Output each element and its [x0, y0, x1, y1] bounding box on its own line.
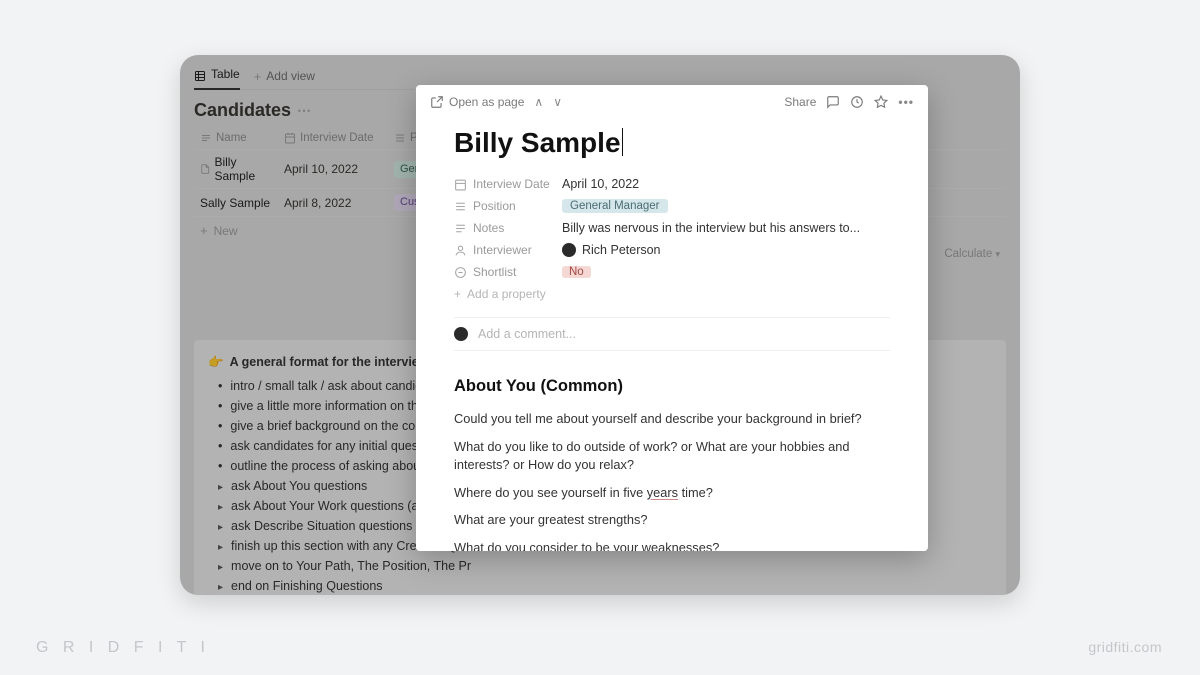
page-properties: Interview Date April 10, 2022 Position G… [454, 173, 890, 301]
toggle-icon [218, 516, 223, 536]
prop-position[interactable]: Position General Manager [454, 195, 890, 217]
plus-icon: + [454, 287, 461, 301]
pointing-hand-icon: 👉 [208, 352, 224, 372]
add-comment[interactable]: Add a comment... [454, 317, 890, 351]
page-title[interactable]: Billy Sample [454, 127, 621, 159]
row-name: Billy Sample [214, 155, 272, 183]
guide-item[interactable]: move on to Your Path, The Position, The … [218, 556, 992, 576]
database-menu-icon[interactable]: ⋯ [297, 102, 311, 119]
shortlist-badge: No [562, 266, 591, 278]
plus-icon: + [200, 223, 208, 238]
select-icon [454, 266, 467, 279]
question-list: Could you tell me about yourself and des… [454, 410, 890, 551]
tab-table-label: Table [211, 67, 240, 85]
prop-interview-date[interactable]: Interview Date April 10, 2022 [454, 173, 890, 195]
guide-item[interactable]: end on Finishing Questions [218, 576, 992, 595]
toggle-icon [218, 476, 223, 496]
row-date: April 10, 2022 [284, 162, 358, 176]
text-icon [454, 222, 467, 235]
add-view-button[interactable]: + Add view [254, 69, 315, 84]
col-name[interactable]: Name [194, 127, 278, 149]
bullet-icon [218, 396, 222, 416]
add-property-button[interactable]: + Add a property [454, 287, 890, 301]
section-heading: About You (Common) [454, 377, 890, 396]
next-page-button[interactable]: ∨ [553, 95, 562, 109]
bullet-icon [218, 456, 222, 476]
page-icon [200, 163, 210, 175]
updates-icon[interactable] [850, 95, 864, 109]
page-modal: Open as page ∧ ∨ Share ••• Billy Sample [416, 85, 928, 551]
position-badge: General Manager [562, 199, 668, 213]
bullet-icon [218, 376, 222, 396]
watermark-left: G R I D F I T I [36, 639, 210, 657]
avatar [562, 243, 576, 257]
prop-shortlist[interactable]: Shortlist No [454, 261, 890, 283]
add-view-label: Add view [266, 69, 315, 83]
prev-page-button[interactable]: ∧ [534, 95, 543, 109]
toggle-icon [218, 496, 223, 516]
watermark-right: gridfiti.com [1088, 639, 1162, 655]
prop-interviewer[interactable]: Interviewer Rich Peterson [454, 239, 890, 261]
toggle-icon [218, 556, 223, 576]
question: What do you consider to be your weakness… [454, 539, 890, 551]
open-as-page-button[interactable]: Open as page [430, 95, 524, 109]
avatar [454, 327, 468, 341]
prop-notes[interactable]: Notes Billy was nervous in the interview… [454, 217, 890, 239]
database-title[interactable]: Candidates [194, 100, 291, 121]
question: Where do you see yourself in five years … [454, 484, 890, 503]
question: What are your greatest strengths? [454, 511, 890, 530]
share-button[interactable]: Share [784, 95, 816, 109]
person-icon [454, 244, 467, 257]
bullet-icon [218, 416, 222, 436]
comments-icon[interactable] [826, 95, 840, 109]
text-cursor [622, 128, 623, 156]
bullet-icon [218, 436, 222, 456]
more-menu-icon[interactable]: ••• [898, 95, 914, 109]
toggle-icon [218, 536, 223, 556]
list-icon [454, 200, 467, 213]
question: Could you tell me about yourself and des… [454, 410, 890, 429]
view-tabs: Table + Add view [194, 67, 414, 90]
col-date[interactable]: Interview Date [278, 127, 388, 149]
row-name: Sally Sample [200, 196, 270, 210]
plus-icon: + [254, 69, 262, 84]
toggle-icon [218, 576, 223, 595]
favorite-icon[interactable] [874, 95, 888, 109]
row-date: April 8, 2022 [284, 196, 351, 210]
question: What do you like to do outside of work? … [454, 438, 890, 475]
calendar-icon [454, 178, 467, 191]
notion-window: Table + Add view Candidates ⋯ Name Inter… [180, 55, 1020, 595]
tab-table[interactable]: Table [194, 67, 240, 85]
